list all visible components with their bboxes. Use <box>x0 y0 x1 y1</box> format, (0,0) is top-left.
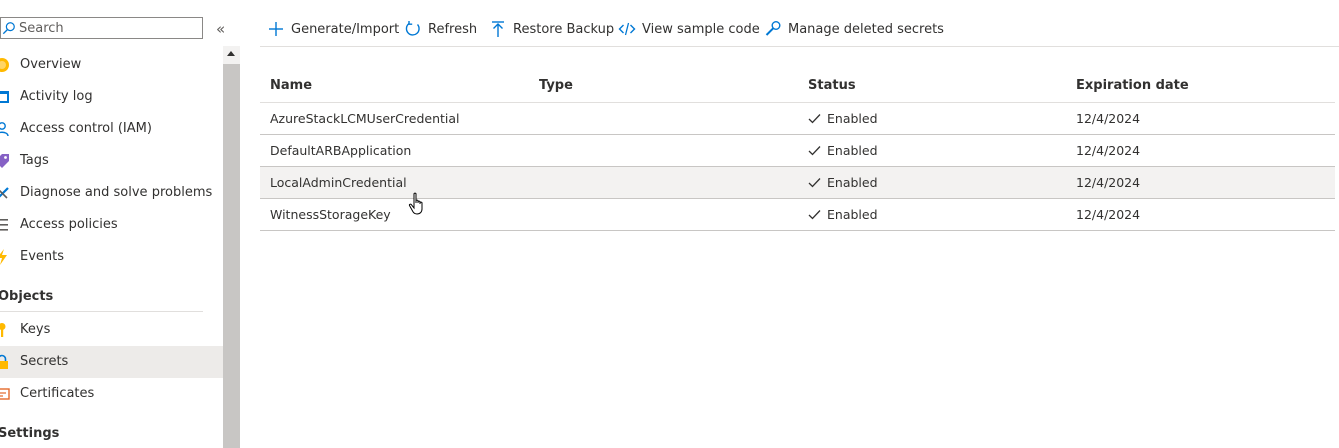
column-header-type[interactable]: Type <box>539 70 573 102</box>
refresh-label: Refresh <box>428 21 478 37</box>
wrench-icon <box>0 187 9 199</box>
cell-expiration: 12/4/2024 <box>1076 143 1141 158</box>
search-box[interactable] <box>0 17 203 39</box>
view-sample-code-label: View sample code <box>642 21 760 37</box>
checkmark-icon <box>808 146 821 156</box>
restore-backup-label: Restore Backup <box>513 21 615 37</box>
sidebar-item-certificates[interactable]: Certificates <box>0 378 223 410</box>
section-header-objects: Objects <box>0 289 54 304</box>
collapse-sidebar-button[interactable]: « <box>216 21 232 37</box>
scroll-up-arrow-icon <box>227 51 235 56</box>
scrollbar-up-button[interactable] <box>223 46 240 64</box>
upload-icon <box>492 21 504 37</box>
secret-icon <box>0 354 8 369</box>
section-divider <box>0 311 203 312</box>
sidebar-item-label: Diagnose and solve problems <box>20 185 213 200</box>
table-row[interactable]: AzureStackLCMUserCredential Enabled 12/4… <box>260 103 1335 135</box>
cell-status: Enabled <box>808 199 878 230</box>
section-header-settings: Settings <box>0 426 60 441</box>
status-text: Enabled <box>827 175 878 190</box>
sidebar-item-tags[interactable]: Tags <box>0 145 223 177</box>
certificate-icon <box>0 388 10 400</box>
refresh-icon <box>405 21 420 36</box>
sidebar-item-label: Access policies <box>20 217 118 232</box>
status-text: Enabled <box>827 207 878 222</box>
sidebar-item-overview[interactable]: Overview <box>0 49 223 81</box>
sidebar-item-activity-log[interactable]: Activity log <box>0 81 223 113</box>
sidebar-item-secrets[interactable]: Secrets <box>0 346 223 378</box>
iam-icon <box>0 122 9 137</box>
cell-expiration: 12/4/2024 <box>1076 207 1141 222</box>
toolbar-divider <box>260 46 1339 47</box>
list-icon <box>0 219 8 231</box>
table-row[interactable]: DefaultARBApplication Enabled 12/4/2024 <box>260 135 1335 167</box>
sidebar-scrollbar[interactable] <box>223 46 240 448</box>
overview-icon <box>0 58 9 72</box>
column-header-expiration[interactable]: Expiration date <box>1076 70 1189 102</box>
sidebar-item-keys[interactable]: Keys <box>0 314 223 346</box>
column-header-name[interactable]: Name <box>270 70 312 102</box>
key-icon <box>0 323 6 337</box>
sidebar-item-label: Certificates <box>20 386 95 401</box>
restore-backup-button[interactable]: Restore Backup <box>489 12 614 46</box>
search-input[interactable] <box>19 19 199 37</box>
lightning-icon <box>0 249 7 265</box>
cell-name[interactable]: AzureStackLCMUserCredential <box>270 103 460 134</box>
checkmark-icon <box>808 210 821 220</box>
cell-name[interactable]: DefaultARBApplication <box>270 135 411 166</box>
sidebar-item-label: Overview <box>20 57 82 72</box>
generate-import-label: Generate/Import <box>291 21 400 37</box>
cell-expiration: 12/4/2024 <box>1076 175 1141 190</box>
status-text: Enabled <box>827 143 878 158</box>
table-header: Name Type Status Expiration date <box>260 70 1335 103</box>
checkmark-icon <box>808 114 821 124</box>
manage-deleted-secrets-label: Manage deleted secrets <box>788 21 944 37</box>
manage-deleted-secrets-button[interactable]: Manage deleted secrets <box>764 12 944 46</box>
search-icon <box>2 22 15 35</box>
column-header-status[interactable]: Status <box>808 70 856 102</box>
cell-status: Enabled <box>808 167 878 198</box>
refresh-button[interactable]: Refresh <box>404 12 477 46</box>
sidebar-item-label: Keys <box>20 322 51 337</box>
wrench-icon <box>765 21 781 36</box>
cell-name[interactable]: LocalAdminCredential <box>270 167 407 198</box>
activity-log-icon <box>0 91 9 103</box>
status-text: Enabled <box>827 111 878 126</box>
generate-import-button[interactable]: Generate/Import <box>267 12 399 46</box>
sidebar-item-label: Activity log <box>20 89 93 104</box>
command-bar: Generate/Import Refresh Restore Backup V… <box>240 12 1339 46</box>
sidebar-item-diagnose[interactable]: Diagnose and solve problems <box>0 177 223 209</box>
plus-icon <box>269 22 283 36</box>
tag-icon <box>0 154 9 168</box>
sidebar-item-label: Access control (IAM) <box>20 121 152 136</box>
sidebar-item-label: Tags <box>20 153 49 168</box>
code-icon <box>618 22 636 36</box>
double-chevron-left-icon: « <box>216 20 226 38</box>
cell-status: Enabled <box>808 135 878 166</box>
cell-expiration: 12/4/2024 <box>1076 111 1141 126</box>
view-sample-code-button[interactable]: View sample code <box>618 12 760 46</box>
checkmark-icon <box>808 178 821 188</box>
sidebar-item-access-policies[interactable]: Access policies <box>0 209 223 241</box>
sidebar-item-access-control[interactable]: Access control (IAM) <box>0 113 223 145</box>
cell-status: Enabled <box>808 103 878 134</box>
hand-pointer-cursor-icon <box>408 192 423 215</box>
sidebar-item-events[interactable]: Events <box>0 241 223 273</box>
sidebar: « Overview Activity log Access control (… <box>0 0 225 448</box>
sidebar-item-label: Secrets <box>20 354 69 369</box>
cell-name[interactable]: WitnessStorageKey <box>270 199 391 230</box>
sidebar-item-label: Events <box>20 249 65 264</box>
